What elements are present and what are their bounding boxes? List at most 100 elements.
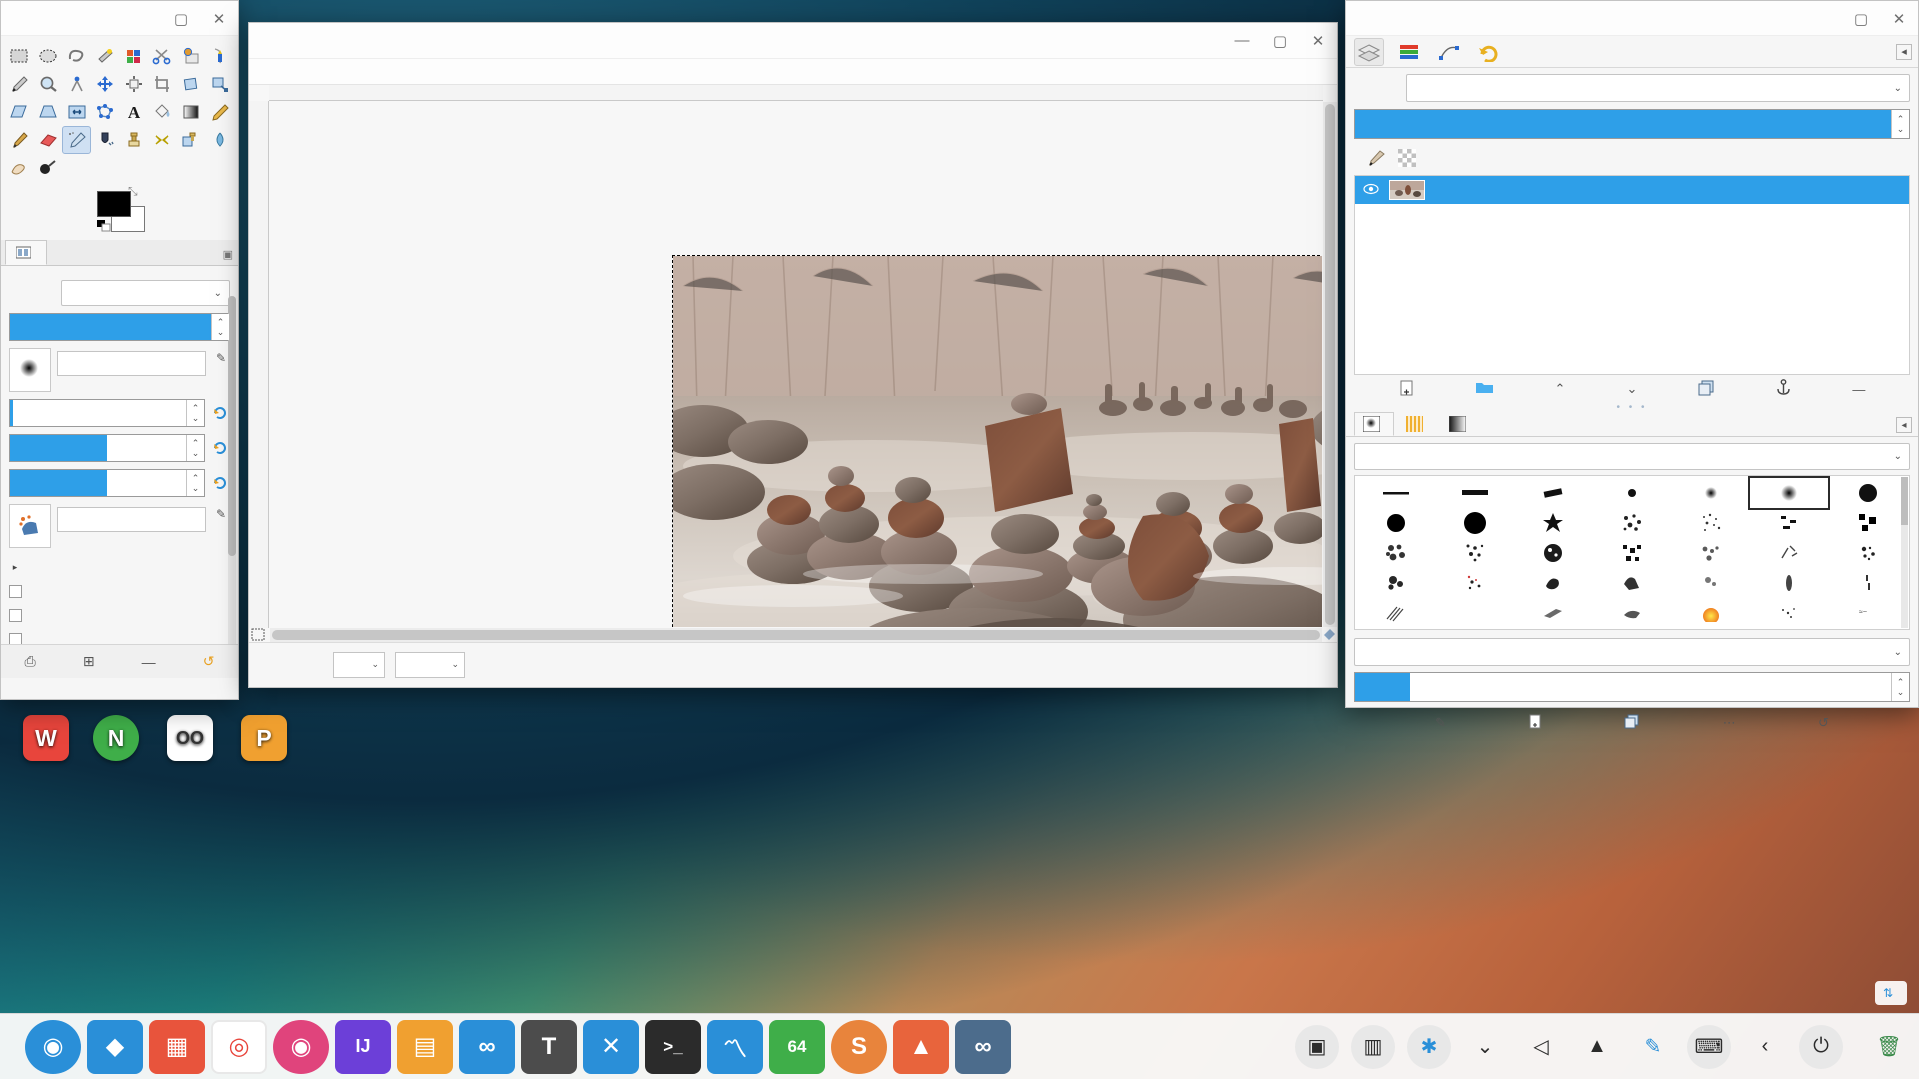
menu-tools[interactable]: [396, 70, 410, 74]
free-select-tool[interactable]: [62, 42, 91, 70]
menu-colors[interactable]: [377, 70, 391, 74]
unit-select[interactable]: ⌄: [333, 651, 385, 678]
brush-item[interactable]: [1436, 568, 1515, 598]
spacing-spinner[interactable]: ⌃ ⌄: [1891, 673, 1909, 701]
smudge-tool[interactable]: [5, 154, 34, 182]
taskbar-chrome[interactable]: ◎: [211, 1019, 267, 1074]
menu-filters[interactable]: [415, 70, 429, 74]
brush-tag-select[interactable]: ⌄: [1354, 638, 1910, 666]
reset-aspect-icon[interactable]: [210, 436, 230, 460]
blur-sharpen-tool[interactable]: [205, 126, 234, 154]
brush-grid-scrollbar[interactable]: [1901, 477, 1908, 628]
tab-patterns[interactable]: [1397, 412, 1437, 436]
brush-item[interactable]: [1514, 508, 1593, 538]
brush-item-selected[interactable]: [1747, 476, 1831, 510]
layer-opacity-slider[interactable]: ⌃ ⌄: [1354, 109, 1910, 139]
navigation-preview-icon[interactable]: [1323, 628, 1336, 641]
bluetooth-icon[interactable]: ✱: [1407, 1024, 1451, 1069]
scale-tool[interactable]: [205, 70, 234, 98]
tool-options-scrollbar[interactable]: [228, 296, 236, 666]
aspect-spinner[interactable]: ⌃ ⌄: [186, 435, 204, 461]
taskbar-typora[interactable]: T: [521, 1019, 577, 1074]
close-icon[interactable]: ✕: [1307, 30, 1329, 52]
tab-brushes[interactable]: [1354, 412, 1394, 436]
menu-select[interactable]: [301, 70, 315, 74]
tab-menu-icon[interactable]: ▣: [223, 248, 233, 261]
brush-item[interactable]: [1436, 478, 1515, 508]
bucket-fill-tool[interactable]: [148, 98, 177, 126]
opacity-slider[interactable]: ⌃ ⌄: [9, 313, 230, 341]
airbrush-tool[interactable]: [62, 126, 91, 154]
brush-item[interactable]: [1671, 478, 1750, 508]
gimp-titlebar[interactable]: — ▢ ✕: [249, 23, 1337, 59]
perspective-clone-tool[interactable]: [177, 126, 206, 154]
heal-tool[interactable]: [148, 126, 177, 154]
dock-menu-icon[interactable]: ◂: [1896, 43, 1912, 60]
menu-edit[interactable]: [282, 70, 296, 74]
expand-tray-icon[interactable]: ‹: [1743, 1025, 1787, 1069]
menu-layer[interactable]: [358, 70, 372, 74]
brush-item[interactable]: [1828, 478, 1907, 508]
canvas-vscrollbar[interactable]: [1323, 102, 1337, 627]
taskbar-software-center[interactable]: ▦: [149, 1019, 205, 1074]
power-icon[interactable]: ⏻: [1799, 1024, 1843, 1069]
rotate-tool[interactable]: [177, 70, 206, 98]
tab-paths[interactable]: [1434, 38, 1464, 66]
taskbar-deepin-store[interactable]: ◆: [87, 1019, 143, 1074]
brush-item[interactable]: [1593, 508, 1672, 538]
size-slider[interactable]: ⌃ ⌄: [9, 399, 205, 427]
layer-row[interactable]: [1355, 176, 1909, 204]
align-tool[interactable]: [120, 70, 149, 98]
lower-layer-icon[interactable]: ⌄: [1626, 381, 1637, 397]
menu-windows[interactable]: [434, 70, 448, 74]
crop-tool[interactable]: [148, 70, 177, 98]
dock-titlebar[interactable]: ▢ ✕: [1346, 1, 1918, 36]
brush-item[interactable]: [1828, 538, 1907, 568]
brush-item[interactable]: [1671, 508, 1750, 538]
brush-grid[interactable]: ≈~: [1354, 475, 1910, 630]
brush-value[interactable]: [57, 351, 206, 376]
brush-menu-icon[interactable]: ◂: [1896, 417, 1912, 433]
taskbar-vscode[interactable]: ✕: [583, 1019, 639, 1074]
maximize-icon[interactable]: ▢: [170, 8, 192, 30]
image-canvas[interactable]: [672, 255, 1322, 627]
dynamics-options-expander[interactable]: ▸: [9, 555, 230, 579]
dynamics-value[interactable]: [57, 507, 206, 532]
dock-separator[interactable]: • • •: [1346, 402, 1918, 413]
menu-file[interactable]: [263, 70, 277, 74]
brush-item[interactable]: [1593, 598, 1672, 628]
vertical-ruler[interactable]: [249, 101, 269, 628]
brush-item[interactable]: [1671, 538, 1750, 568]
brush-item[interactable]: [1750, 538, 1829, 568]
reset-angle-icon[interactable]: [210, 471, 230, 495]
maximize-icon[interactable]: ▢: [1850, 8, 1872, 30]
pencil-tool[interactable]: [205, 98, 234, 126]
delete-tool-options-icon[interactable]: —: [142, 654, 156, 670]
camera-icon[interactable]: ▣: [1295, 1024, 1339, 1069]
checkbox-icon[interactable]: [9, 608, 22, 622]
menu-help[interactable]: [453, 70, 467, 74]
swap-colors-icon[interactable]: ⤡: [128, 184, 138, 199]
ink-tool[interactable]: [91, 126, 120, 154]
refresh-brushes-icon[interactable]: ↺: [1818, 715, 1829, 731]
menu-view[interactable]: [320, 70, 334, 74]
taskbar-gimp[interactable]: ▲: [893, 1019, 949, 1074]
fuzzy-select-tool[interactable]: [91, 42, 120, 70]
restore-tool-options-icon[interactable]: ⊞: [83, 653, 95, 670]
zoom-tool[interactable]: [34, 70, 63, 98]
new-brush-icon[interactable]: [1528, 714, 1542, 732]
foreground-color-swatch[interactable]: [97, 191, 131, 217]
delete-layer-icon[interactable]: —: [1852, 382, 1865, 397]
new-group-icon[interactable]: [1475, 380, 1494, 398]
opacity-spinner[interactable]: ⌃ ⌄: [211, 314, 229, 340]
angle-slider[interactable]: ⌃ ⌄: [9, 469, 205, 497]
canvas-viewport[interactable]: [270, 102, 1322, 627]
quickmask-toggle-icon[interactable]: [251, 628, 265, 641]
desktop-icon-getpip[interactable]: P: [218, 715, 310, 767]
brush-item[interactable]: [1671, 568, 1750, 598]
brush-item[interactable]: [1514, 478, 1593, 508]
taskbar-netdisk[interactable]: ∞: [459, 1019, 515, 1074]
brush-item[interactable]: [1828, 568, 1907, 598]
brush-item[interactable]: [1593, 478, 1672, 508]
tab-gradients[interactable]: [1440, 412, 1480, 436]
